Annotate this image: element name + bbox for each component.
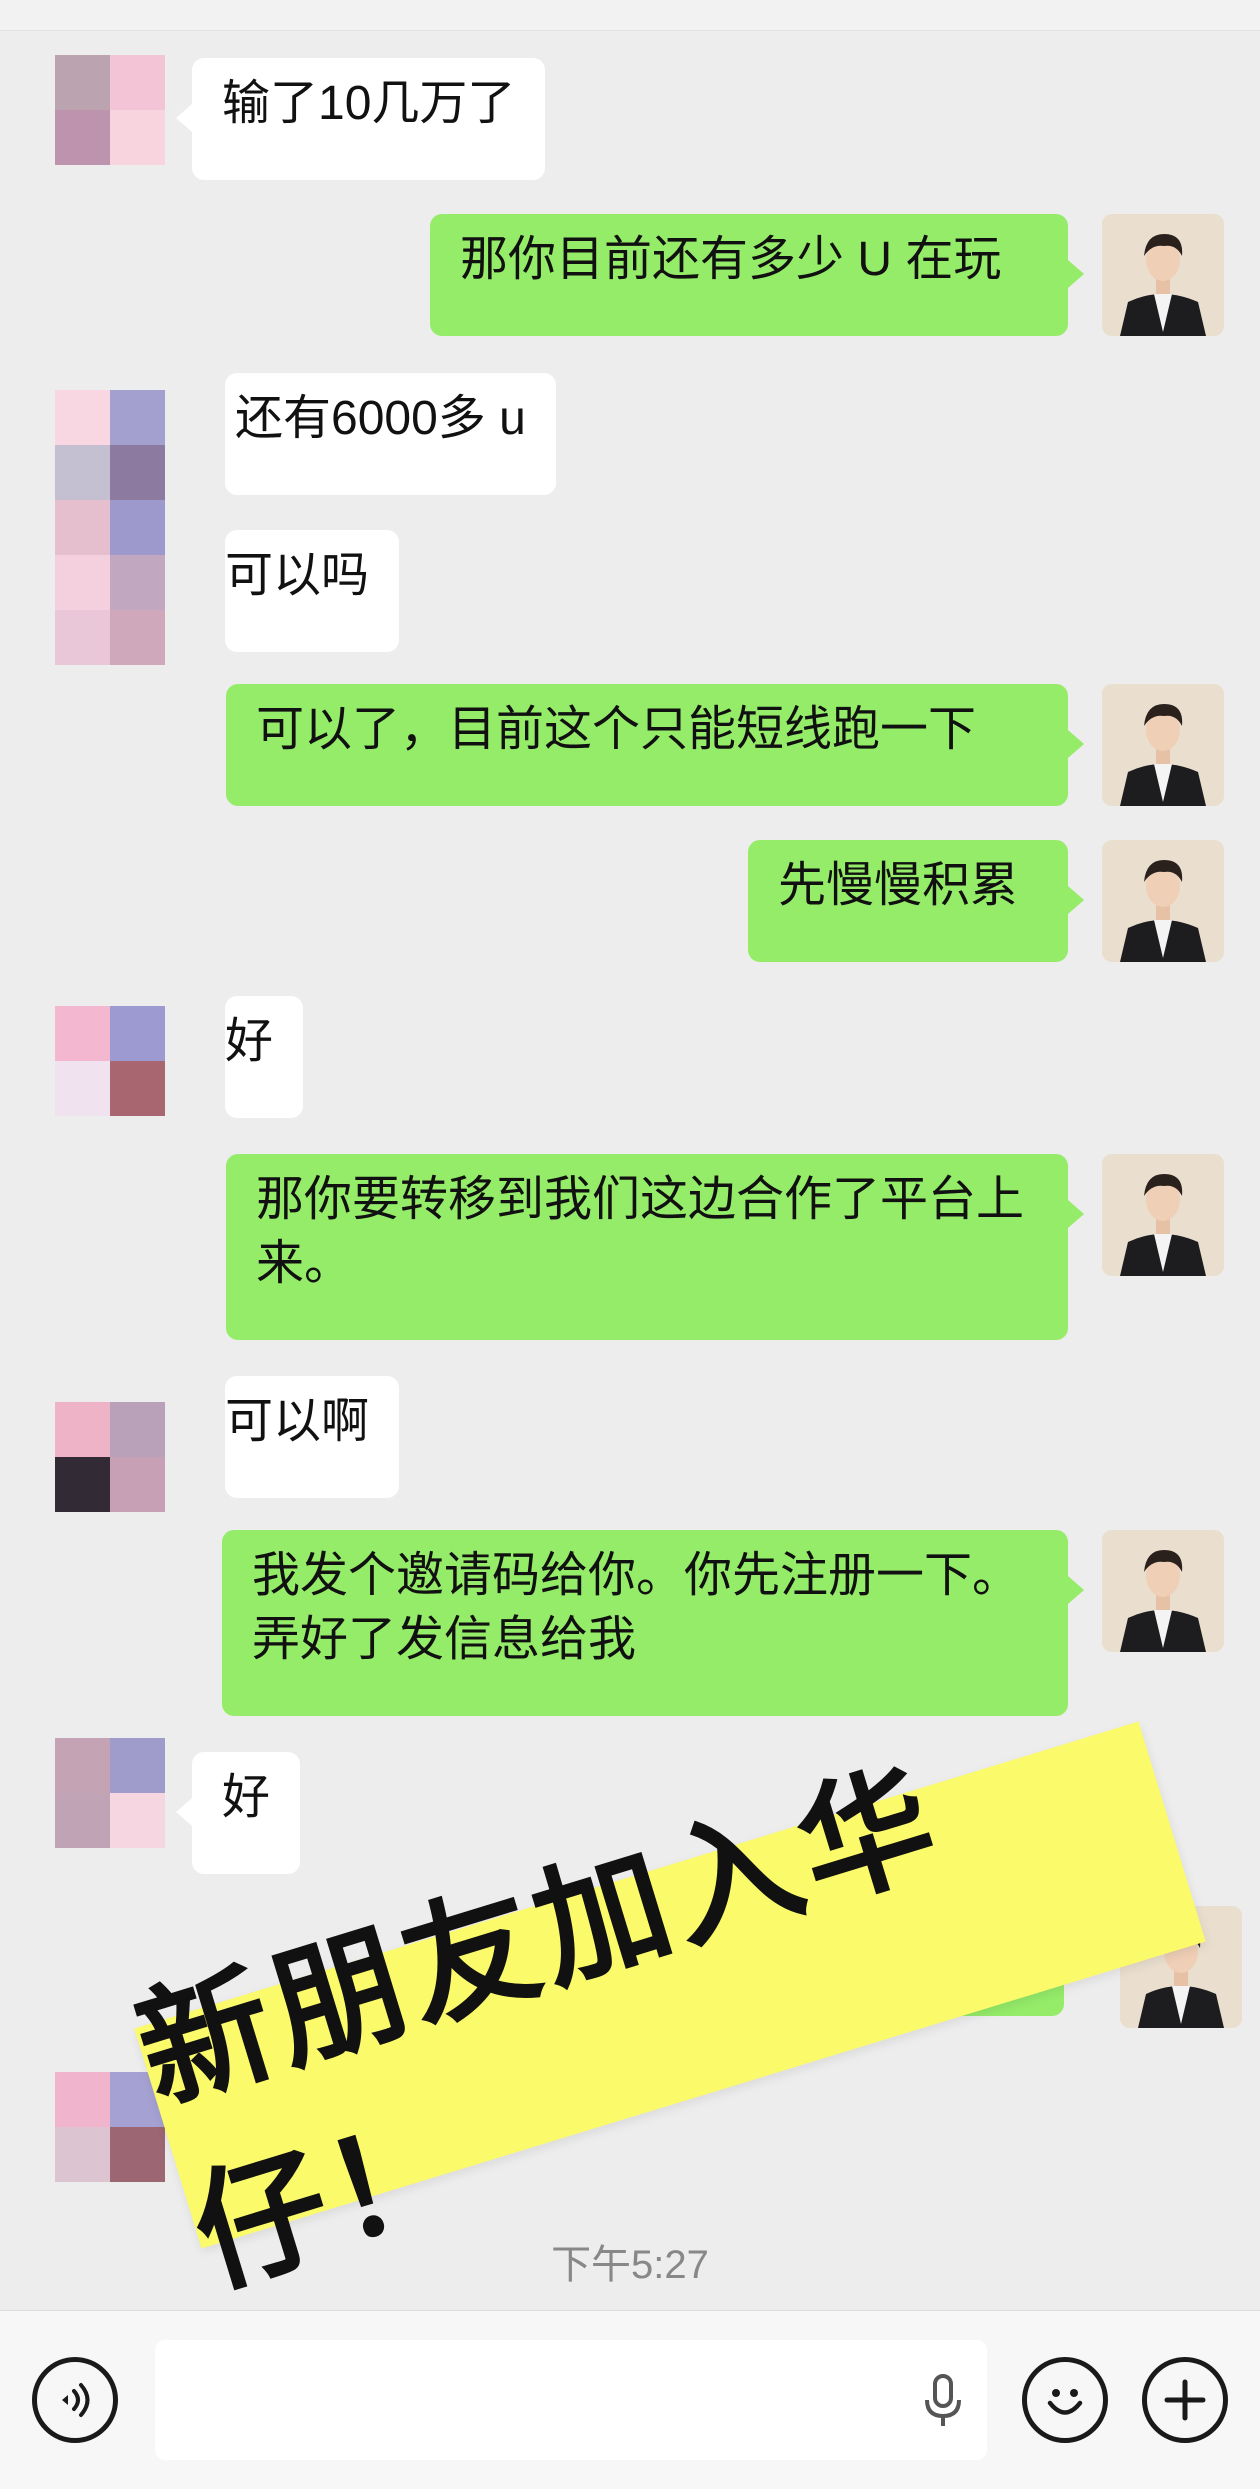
message-received[interactable]: 好	[175, 1752, 301, 1874]
avatar-contact[interactable]	[55, 1738, 165, 1848]
person-icon	[1102, 214, 1224, 336]
avatar-contact[interactable]	[55, 1402, 165, 1512]
message-sent[interactable]: 先慢慢积累	[748, 840, 1084, 962]
message-sent[interactable]: 可以了，目前这个只能短线跑一下	[226, 684, 1084, 806]
person-icon	[1102, 1154, 1224, 1276]
avatar-self[interactable]	[1102, 840, 1224, 962]
message-sent[interactable]: 我发个邀请码给你。你先注册一下。弄好了发信息给我	[222, 1530, 1084, 1716]
emoji-button[interactable]	[1022, 2357, 1108, 2443]
person-icon	[1102, 840, 1224, 962]
avatar-contact[interactable]	[55, 390, 165, 665]
avatar-contact[interactable]	[55, 1006, 165, 1116]
avatar-contact[interactable]	[55, 55, 165, 165]
plus-button[interactable]	[1142, 2357, 1228, 2443]
avatar-self[interactable]	[1102, 684, 1224, 806]
person-icon	[1102, 1530, 1224, 1652]
message-received[interactable]: 输了10几万了	[175, 58, 546, 180]
person-icon	[1102, 684, 1224, 806]
avatar-contact[interactable]	[55, 2072, 165, 2182]
promo-banner-text: 新朋友加入华仔！	[120, 1742, 958, 2315]
message-sent[interactable]: 那你要转移到我们这边合作了平台上来。	[226, 1154, 1084, 1340]
voice-button[interactable]	[32, 2357, 118, 2443]
message-received[interactable]: 好	[225, 996, 304, 1118]
avatar-self[interactable]	[1102, 1530, 1224, 1652]
message-received[interactable]: 可以啊	[225, 1376, 400, 1498]
message-input[interactable]	[155, 2340, 987, 2460]
plus-icon	[1164, 2379, 1206, 2421]
top-divider	[0, 0, 1260, 31]
emoji-icon	[1047, 2389, 1083, 2415]
message-sent[interactable]: 那你目前还有多少 U 在玩	[430, 214, 1084, 336]
microphone-icon[interactable]	[918, 2372, 968, 2430]
message-received[interactable]: 还有6000多 u	[225, 373, 556, 495]
voice-icon	[62, 2383, 90, 2417]
timestamp: 下午5:27	[551, 2243, 709, 2287]
message-received[interactable]: 可以吗	[225, 530, 400, 652]
avatar-self[interactable]	[1102, 214, 1224, 336]
avatar-self[interactable]	[1102, 1154, 1224, 1276]
